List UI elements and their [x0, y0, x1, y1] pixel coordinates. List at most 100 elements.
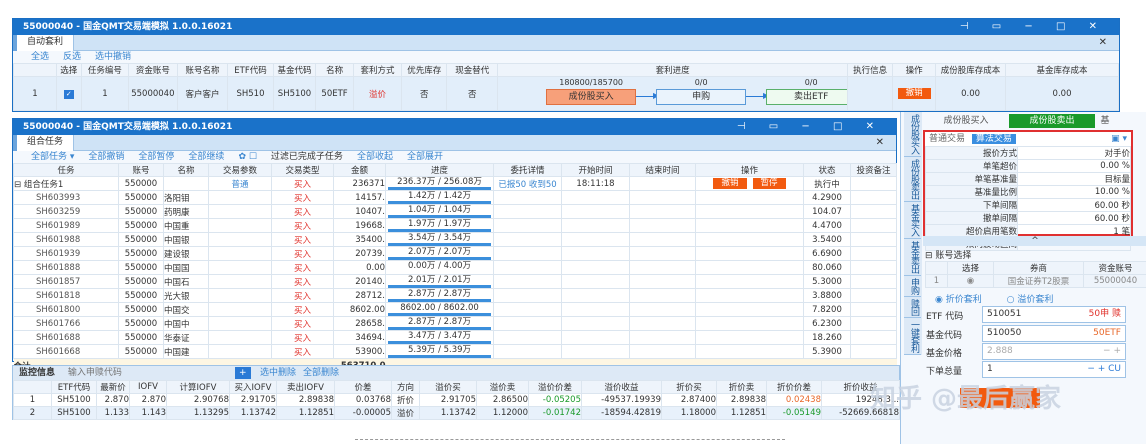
- cell-empty: [561, 204, 630, 219]
- step-box[interactable]: 申购: [656, 89, 747, 105]
- table-row[interactable]: SH603259 550000 药明康 买入 10407. 1.04万 / 1.04万 10…: [13, 204, 897, 219]
- toolbar-button[interactable]: 全部撤销: [88, 152, 124, 162]
- cell: -0.05149: [766, 406, 822, 420]
- vertical-tab[interactable]: 基金买入: [904, 202, 921, 239]
- cell-code: SH601888: [13, 260, 119, 275]
- table-row[interactable]: SH601668 550000 中国建 买入 53900. 5.39万 / 5.39万 5.…: [13, 344, 897, 359]
- cell-end: [629, 176, 696, 191]
- table-row[interactable]: SH601888 550000 中国国 买入 0.00 0.00万 / 4.00万 80.0…: [13, 260, 897, 275]
- toolbar-button[interactable]: 全部展开: [407, 152, 443, 162]
- task-name[interactable]: ⊟ 组合任务1: [13, 176, 119, 191]
- filter-checkbox[interactable]: 过滤已完成子任务: [271, 152, 343, 162]
- param-row[interactable]: 单笔超价 0.00 %: [925, 159, 1131, 173]
- cell-status: 7.8200: [803, 302, 851, 317]
- cell-code: SH601857: [13, 274, 119, 289]
- close-icon[interactable]: ✕: [1099, 37, 1107, 48]
- cancel-button[interactable]: 撤销: [713, 178, 747, 189]
- param-row[interactable]: 基准量比例 10.00 %: [925, 185, 1131, 199]
- toolbar-button[interactable]: 反选: [63, 52, 81, 62]
- param-value[interactable]: 对手价: [1017, 146, 1131, 160]
- step-box[interactable]: 卖出ETF: [766, 89, 847, 105]
- param-row[interactable]: 报价方式 对手价: [925, 146, 1131, 160]
- cell-empty: [493, 330, 562, 345]
- table-row[interactable]: SH601857 550000 中国石 买入 20140. 2.01万 / 2.01万 5.…: [13, 274, 897, 289]
- table-row[interactable]: SH601818 550000 光大银 买入 28712. 2.87万 / 2.87万 3.…: [13, 288, 897, 303]
- table-row-parent[interactable]: ⊟ 组合任务1 550000 普通 买入 236371 236.37万 / 256.08万…: [13, 176, 897, 191]
- cancel-button[interactable]: 撤销: [897, 88, 931, 99]
- collapse-icon[interactable]: ⊟: [925, 251, 935, 261]
- window-controls[interactable]: ⊣ ▭ − □ ✕: [737, 119, 884, 135]
- table-row[interactable]: 2 SH5100 1.133 1.143 1.13295 1.13742 1.12851 -0…: [13, 406, 900, 420]
- toolbar-button[interactable]: 全部暂停: [138, 152, 174, 162]
- cell[interactable]: ◉: [947, 274, 994, 288]
- arrow-icon: ▶: [746, 91, 769, 100]
- ops-cell: 撤销 暂停: [695, 176, 804, 191]
- param-value[interactable]: 10.00 %: [1017, 185, 1131, 199]
- dropdown-chevron-icon[interactable]: ▣ ▾: [1111, 132, 1127, 146]
- gear-icon[interactable]: ✿ ☐: [238, 152, 256, 162]
- vertical-tab[interactable]: 基金卖出: [904, 239, 921, 276]
- progress-bar: 1.42万 / 1.42万: [385, 190, 494, 205]
- delete-all-button[interactable]: 全部删除: [303, 366, 339, 380]
- cell-code: SH601668: [13, 344, 119, 359]
- trade-tab[interactable]: 成份股卖出: [1009, 114, 1095, 128]
- header-row: 选择 任务编号 资金账号 账号名称 ETF代码 基金代码 名称 套利方式 优先库存 现金替代 套利进…: [13, 63, 1119, 77]
- expand-icon[interactable]: ⊟: [15, 180, 24, 190]
- vertical-tab[interactable]: 成份股卖出: [904, 157, 921, 202]
- cell-fund: SH5100: [272, 76, 317, 111]
- param-value[interactable]: 60.00 秒: [1017, 198, 1131, 212]
- pause-button[interactable]: 暂停: [752, 178, 786, 189]
- param-value[interactable]: 60.00 秒: [1017, 211, 1131, 225]
- cell-empty: [561, 190, 630, 205]
- table-row[interactable]: SH603993 550000 洛阳钼 买入 14157. 1.42万 / 1.42万 4.…: [13, 190, 897, 205]
- add-button[interactable]: +: [235, 367, 251, 379]
- table-row[interactable]: SH601800 550000 中国交 买入 8602.00 8602.00 / 8602…: [13, 302, 897, 317]
- param-value[interactable]: 0.00 %: [1017, 159, 1131, 173]
- toolbar-button[interactable]: 全选: [31, 52, 49, 62]
- toolbar-button[interactable]: 全部继续: [188, 152, 224, 162]
- toolbar-button[interactable]: 选中撤销: [95, 52, 131, 62]
- table-row[interactable]: SH601939 550000 建设银 买入 20739. 2.07万 / 2.07万 6.…: [13, 246, 897, 261]
- close-icon[interactable]: ✕: [876, 137, 884, 148]
- window-controls[interactable]: ⊣ ▭ − □ ✕: [960, 19, 1107, 35]
- column-header: 任务编号: [80, 63, 130, 77]
- tab-auto-arbitrage[interactable]: 自动套利: [13, 35, 75, 51]
- vertical-tab[interactable]: 赎回: [904, 297, 921, 318]
- cancel-button-cell[interactable]: 撤销: [892, 76, 937, 111]
- param-row[interactable]: 撤单间隔 60.00 秒: [925, 211, 1131, 225]
- cell-empty: [629, 316, 696, 331]
- table-row[interactable]: 1 ✓ 1 55000040 客户客户 SH510 SH5100 50ETF 溢价否否 18080…: [13, 76, 1119, 111]
- cell: 2.86500: [476, 393, 529, 407]
- table-row[interactable]: SH601688 550000 华泰证 买入 34694. 3.47万 / 3.47万 18…: [13, 330, 897, 345]
- radio-premium[interactable]: ○ 溢价套利: [1007, 295, 1054, 305]
- table-row[interactable]: SH601989 550000 中国重 买入 19668. 1.97万 / 1.97万 4.…: [13, 218, 897, 233]
- vertical-tab[interactable]: 一键套利: [904, 318, 921, 355]
- table-row[interactable]: SH601988 550000 中国银 买入 35400. 3.54万 / 3.54万 3.…: [13, 232, 897, 247]
- vertical-tab[interactable]: 成份股买入: [904, 112, 921, 157]
- mode-algo[interactable]: 算法交易: [971, 134, 1016, 144]
- cell-detail[interactable]: 已报50 收到50: [493, 176, 562, 191]
- cell-empty: [629, 344, 696, 359]
- step-count: 180800/185700: [559, 78, 624, 87]
- table-row[interactable]: 1 ◉ 国金证券T2股票 55000040: [925, 274, 1146, 288]
- trade-tab[interactable]: 基: [1095, 114, 1115, 128]
- table-row[interactable]: SH601766 550000 中国中 买入 28658. 2.87万 / 2.87万 6.…: [13, 316, 897, 331]
- toolbar-button[interactable]: 全部任务 ▾: [31, 152, 74, 162]
- cell-empty: [695, 330, 804, 345]
- trade-tab[interactable]: 成份股买入: [923, 114, 1009, 128]
- table-row[interactable]: 1 SH5100 2.870 2.870 2.90768 2.91705 2.89838 0.…: [13, 393, 900, 407]
- toolbar-button[interactable]: 全部收起: [357, 152, 393, 162]
- delete-selected-button[interactable]: 选中删除: [260, 366, 296, 380]
- step-box[interactable]: 成份股买入: [546, 89, 637, 105]
- radio-discount[interactable]: ◉ 折价套利: [935, 295, 982, 305]
- param-value[interactable]: 目标量: [1017, 172, 1131, 186]
- vertical-tab[interactable]: 申购: [904, 276, 921, 297]
- param-row[interactable]: 下单间隔 60.00 秒: [925, 198, 1131, 212]
- code-input[interactable]: [67, 367, 168, 377]
- mode-normal[interactable]: 普通交易: [929, 134, 965, 144]
- collapse-bar[interactable]: ^: [923, 236, 1146, 246]
- tab-combo-task[interactable]: 组合任务: [13, 135, 75, 151]
- checkbox[interactable]: ✓: [55, 76, 82, 111]
- param-row[interactable]: 单笔基准量 目标量: [925, 172, 1131, 186]
- cell-param[interactable]: 普通: [208, 176, 272, 191]
